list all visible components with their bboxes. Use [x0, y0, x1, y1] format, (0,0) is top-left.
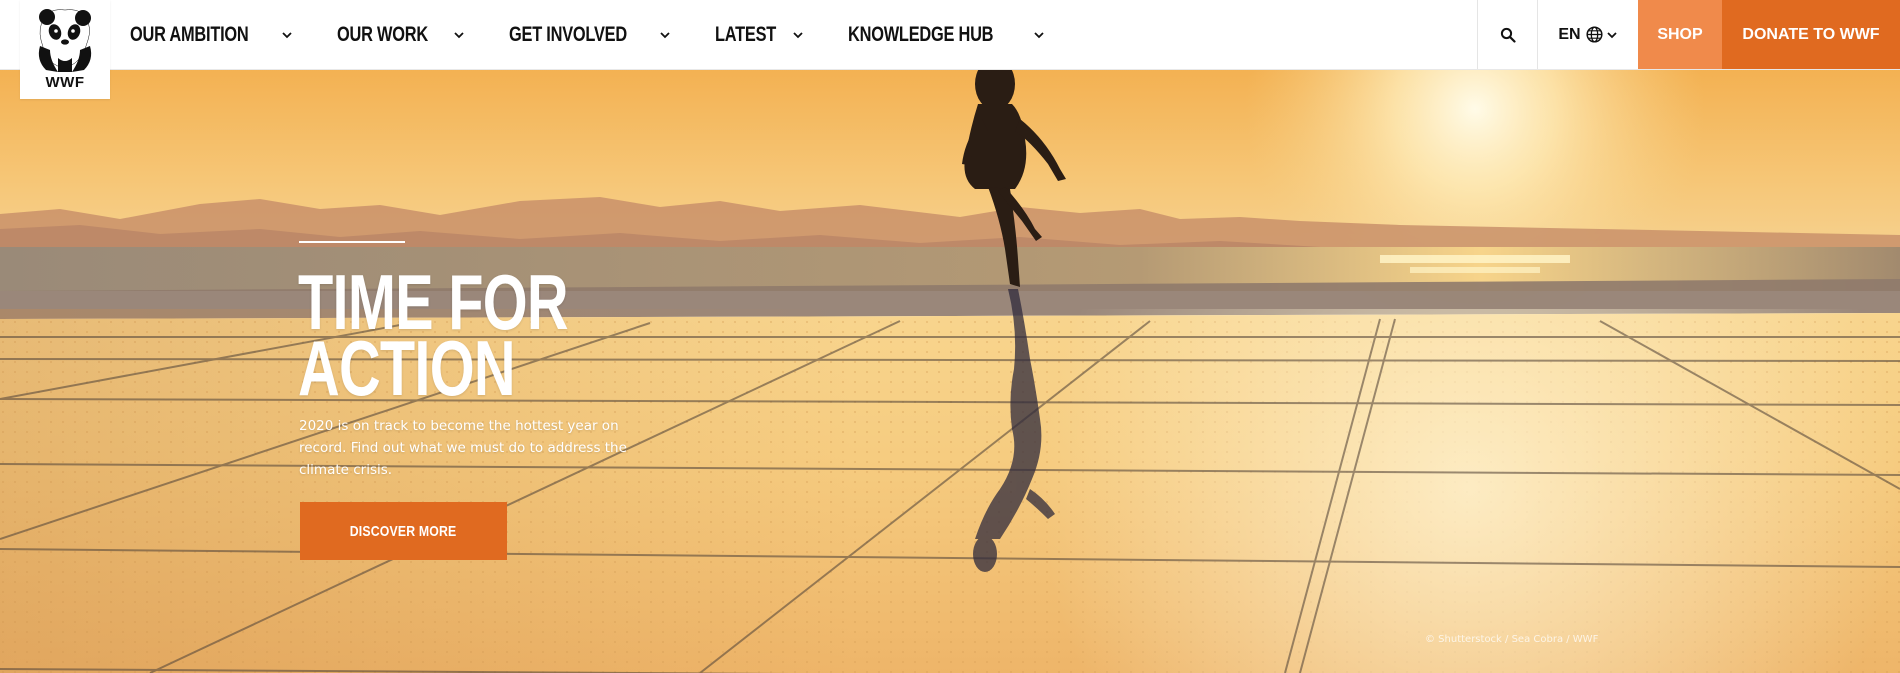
discover-more-button[interactable]: DISCOVER MORE: [300, 502, 507, 560]
logo-text: WWF: [45, 74, 85, 91]
hero-image: [0, 69, 1900, 673]
donate-button[interactable]: DONATE TO WWF: [1722, 0, 1900, 69]
chevron-down-icon: [453, 31, 464, 38]
photo-credit: © Shutterstock / Sea Cobra / WWF: [1425, 634, 1599, 645]
language-selector[interactable]: EN: [1537, 0, 1639, 69]
panda-logo-icon: [38, 9, 92, 72]
chevron-down-icon: [1034, 31, 1044, 38]
hero-divider: [299, 241, 405, 243]
search-button[interactable]: [1477, 0, 1537, 69]
globe-icon: [1586, 26, 1603, 43]
nav-item-label: OUR WORK: [336, 22, 428, 46]
nav-item-label: OUR AMBITION: [130, 22, 249, 46]
donate-button-label: DONATE TO WWF: [1742, 25, 1880, 43]
main-nav: OUR AMBITION OUR WORK GET INVOLVED LATES…: [130, 0, 1089, 69]
chevron-down-icon: [660, 31, 670, 38]
nav-item-label: KNOWLEDGE HUB: [848, 22, 994, 46]
discover-more-label: DISCOVER MORE: [350, 522, 457, 540]
hero-title-line-2: ACTION: [298, 324, 516, 412]
nav-item-knowledge-hub[interactable]: KNOWLEDGE HUB: [848, 23, 1046, 47]
chevron-down-icon: [282, 31, 292, 38]
chevron-down-icon: [793, 31, 803, 38]
hero-title: TIME FOR ACTION: [298, 263, 594, 407]
hero-banner: TIME FOR ACTION 2020 is on track to beco…: [0, 69, 1900, 673]
site-header: OUR AMBITION OUR WORK GET INVOLVED LATES…: [0, 0, 1900, 70]
nav-item-label: LATEST: [714, 22, 776, 46]
language-code: EN: [1558, 25, 1581, 43]
chevron-down-icon: [1606, 31, 1617, 38]
shop-button-label: SHOP: [1657, 25, 1703, 43]
nav-item-our-work[interactable]: OUR WORK: [337, 23, 466, 47]
nav-item-label: GET INVOLVED: [508, 22, 627, 46]
nav-item-latest[interactable]: LATEST: [715, 23, 805, 47]
wwf-logo[interactable]: WWF: [20, 0, 110, 99]
nav-item-our-ambition[interactable]: OUR AMBITION: [130, 23, 294, 47]
hero-description: 2020 is on track to become the hottest y…: [299, 418, 627, 478]
nav-item-get-involved[interactable]: GET INVOLVED: [509, 23, 672, 47]
search-icon: [1500, 27, 1516, 43]
shop-button[interactable]: SHOP: [1638, 0, 1722, 69]
